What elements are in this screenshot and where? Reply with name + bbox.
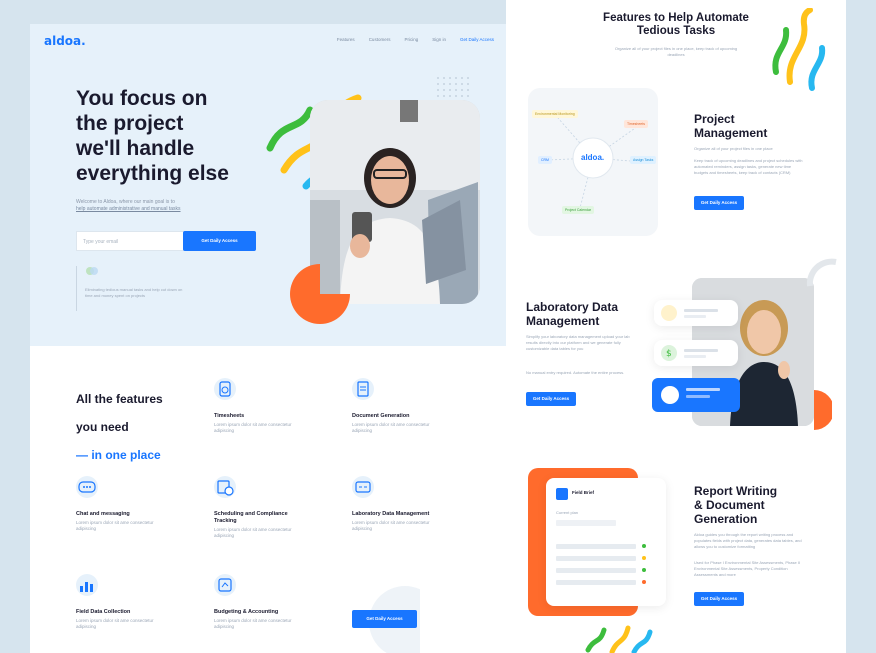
- nav-link-customers[interactable]: Customers: [369, 37, 391, 42]
- feature-field-data: Field Data Collection Lorem ipsum dolor …: [76, 574, 166, 630]
- report-text2: Used for Phase I Environmental Site Asse…: [694, 560, 801, 577]
- lab-text2: No manual entry required. Automate the e…: [526, 370, 625, 375]
- report-card: Field Brief Current plan: [546, 478, 666, 606]
- pm-get-access-button[interactable]: Get Daily Access: [694, 196, 744, 210]
- features-heading-line1: All the features: [76, 392, 163, 406]
- pm-text1: Organize all of your project files in on…: [694, 146, 773, 151]
- lab-grey-arc: [806, 258, 837, 287]
- feature-title: Laboratory Data Management: [352, 511, 430, 517]
- feature-scheduling: Scheduling and Compliance Tracking Lorem…: [214, 476, 304, 539]
- nav-link-pricing[interactable]: Pricing: [404, 37, 418, 42]
- nav-links: Features Customers Pricing Sign in Get D…: [337, 37, 494, 42]
- report-title: Report Writing & Document Generation: [694, 484, 778, 526]
- feature-title: Field Data Collection: [76, 609, 131, 615]
- chat-icon: [76, 476, 98, 498]
- field-data-icon: [76, 574, 98, 596]
- hero-headline: You focus on the project we'll handle ev…: [76, 87, 229, 185]
- svg-text:$: $: [666, 349, 672, 359]
- features-get-access-button[interactable]: Get Daily Access: [352, 610, 417, 628]
- lab-card-2: $: [654, 340, 738, 366]
- decorative-squiggles-top: [772, 8, 826, 91]
- lab-card-1: [654, 300, 738, 326]
- report-card-title: Field Brief: [572, 490, 595, 495]
- feature-title: Chat and messaging: [76, 511, 130, 517]
- lab-title: Laboratory Data Management: [526, 300, 619, 328]
- lab-get-access-button[interactable]: Get Daily Access: [526, 392, 576, 406]
- lab-card-active: [652, 378, 740, 412]
- feature-desc: Lorem ipsum dolor sit ame consectetur ad…: [214, 618, 292, 629]
- pm-diagram: aldoa. Environmental Monitoring Timeshee…: [528, 88, 658, 236]
- hero-subtitle-line1: Welcome to Aldoa, where our main goal is…: [76, 199, 175, 205]
- features-heading: All the features you need — in one place: [76, 378, 196, 462]
- feature-desc: Lorem ipsum dolor sit ame consectetur ad…: [352, 422, 430, 433]
- pm-node-calendar: Project Calendar: [562, 206, 595, 214]
- orange-semicircle: [290, 264, 350, 324]
- landing-page-right: Features to Help Automate Tedious Tasks …: [506, 0, 846, 653]
- budget-icon: [214, 574, 236, 596]
- hero-subtitle-line2: help automate administrative and manual …: [76, 206, 181, 212]
- note-icon: [86, 267, 98, 275]
- feature-lab-data: Laboratory Data Management Lorem ipsum d…: [352, 476, 442, 532]
- pm-node-assign: Assign Tasks: [630, 156, 657, 164]
- top-nav: aldoa. Features Customers Pricing Sign i…: [44, 34, 494, 50]
- right-heading: Features to Help Automate Tedious Tasks: [603, 12, 749, 37]
- logo[interactable]: aldoa.: [44, 34, 86, 48]
- nav-link-features[interactable]: Features: [337, 37, 355, 42]
- pm-node-crm: CRM: [538, 156, 552, 164]
- get-access-button[interactable]: Get Daily Access: [183, 231, 256, 251]
- feature-timesheets: Timesheets Lorem ipsum dolor sit ame con…: [214, 378, 304, 434]
- feature-chat: Chat and messaging Lorem ipsum dolor sit…: [76, 476, 166, 532]
- decorative-squiggles-bottom: [585, 625, 653, 653]
- timesheet-icon: [214, 378, 236, 400]
- feature-title: Scheduling and Compliance Tracking: [214, 511, 288, 524]
- hero-note: Eliminating tedious manual tasks and hel…: [76, 266, 186, 311]
- hero-subtitle: Welcome to Aldoa, where our main goal is…: [76, 199, 246, 213]
- nav-link-signin[interactable]: Sign in: [432, 37, 446, 42]
- lab-icon: [352, 476, 374, 498]
- feature-desc: Lorem ipsum dolor sit ame consectetur ad…: [352, 520, 430, 531]
- lab-orange-shape: [814, 390, 832, 430]
- right-subheading: Organize all of your project files in on…: [614, 46, 738, 57]
- pm-node-timesheets: Timesheets: [624, 120, 648, 128]
- hero-note-text: Eliminating tedious manual tasks and hel…: [85, 287, 183, 298]
- feature-budgeting: Budgeting & Accounting Lorem ipsum dolor…: [214, 574, 304, 630]
- landing-page-left: aldoa. Features Customers Pricing Sign i…: [30, 24, 506, 653]
- features-heading-line3: — in one place: [76, 448, 161, 462]
- report-card-icon: [556, 488, 568, 500]
- document-icon: [352, 378, 374, 400]
- feature-title: Budgeting & Accounting: [214, 609, 279, 615]
- feature-title: Document Generation: [352, 413, 410, 419]
- feature-document-generation: Document Generation Lorem ipsum dolor si…: [352, 378, 442, 434]
- pm-center-logo: aldoa.: [581, 153, 605, 162]
- email-input[interactable]: Type your email: [76, 231, 184, 251]
- pm-text2: Keep track of upcoming deadlines and pro…: [694, 158, 803, 175]
- lab-text1: Simplify your laboratory data management…: [526, 334, 630, 351]
- nav-cta-link[interactable]: Get Daily Access: [460, 37, 494, 42]
- report-card-rows: [556, 520, 646, 585]
- feature-desc: Lorem ipsum dolor sit ame consectetur ad…: [214, 422, 292, 433]
- report-card-sub: Current plan: [556, 510, 579, 515]
- pm-title: Project Management: [694, 112, 768, 140]
- feature-desc: Lorem ipsum dolor sit ame consectetur ad…: [76, 618, 154, 629]
- features-heading-line2: you need: [76, 420, 129, 434]
- hero-section: aldoa. Features Customers Pricing Sign i…: [30, 24, 506, 346]
- schedule-icon: [214, 476, 236, 498]
- feature-desc: Lorem ipsum dolor sit ame consectetur ad…: [214, 527, 292, 538]
- feature-title: Timesheets: [214, 413, 245, 419]
- pm-node-env: Environmental Monitoring: [532, 110, 578, 118]
- feature-desc: Lorem ipsum dolor sit ame consectetur ad…: [76, 520, 154, 531]
- report-text1: Aldoa guides you through the report writ…: [694, 532, 802, 549]
- report-get-access-button[interactable]: Get Daily Access: [694, 592, 744, 606]
